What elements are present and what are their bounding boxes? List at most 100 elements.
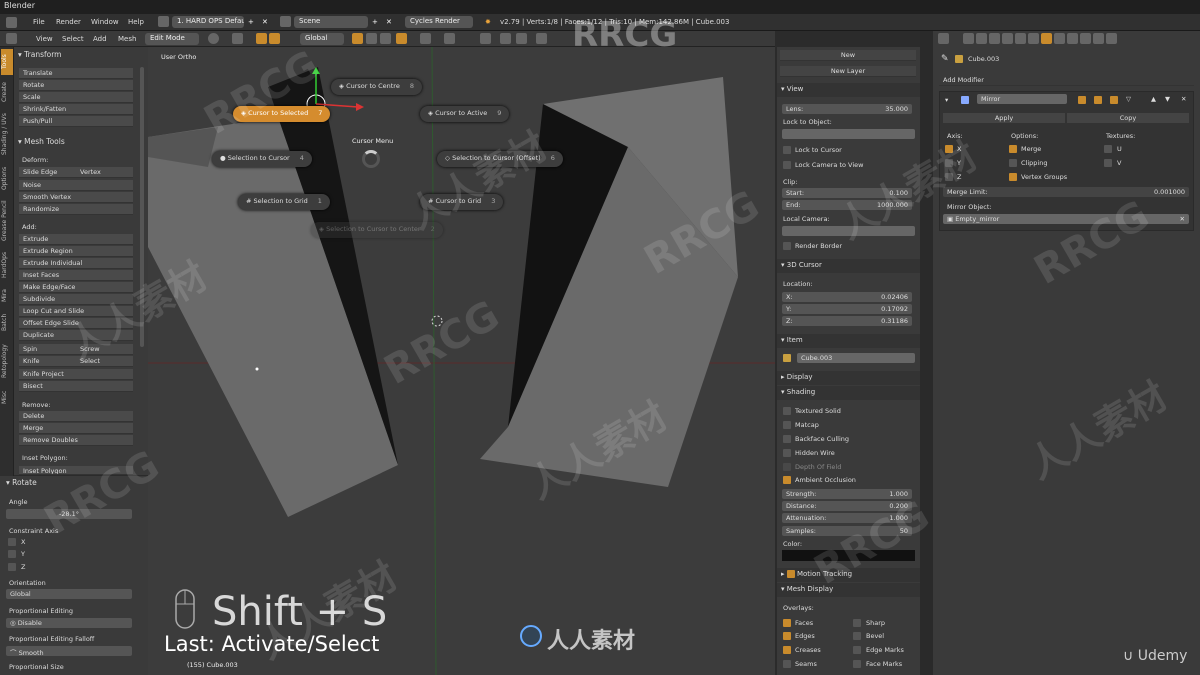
backface-culling-checkbox[interactable] [783,435,791,443]
render-border-checkbox[interactable] [783,242,791,250]
cursor-x-field[interactable]: X: 0.02406 [782,292,912,302]
motion-tracking-section-header[interactable]: ▸ Motion Tracking [777,568,920,582]
add-scene-icon[interactable]: + [372,18,378,26]
mirror-axis-y-checkbox[interactable] [945,159,953,167]
menu-file[interactable]: File [33,18,45,26]
texture-tab-icon[interactable] [1080,33,1091,44]
smooth-vertex-button[interactable]: Smooth Vertex [19,192,133,203]
vertex-select-icon[interactable] [352,33,363,44]
extrude-button[interactable]: Extrude [19,234,133,245]
particles-tab-icon[interactable] [1093,33,1104,44]
mesh-display-section-header[interactable]: ▾ Mesh Display [777,583,920,597]
scale-button[interactable]: Scale [19,92,133,103]
close-scene-icon[interactable]: ✕ [386,18,392,26]
3d-viewport[interactable]: User Ortho Cursor Menu ◈ Cursor to Selec… [148,47,775,675]
area-separator[interactable] [920,31,933,675]
physics-tab-icon[interactable] [1106,33,1117,44]
ambient-occlusion-checkbox[interactable] [783,476,791,484]
motion-tracking-checkbox[interactable] [786,570,795,578]
clip-end-field[interactable]: End: 1000.000 [782,200,912,210]
ao-samples-field[interactable]: Samples: 50 [782,526,912,536]
render-tab-icon[interactable] [963,33,974,44]
constraints-tab-icon[interactable] [1028,33,1039,44]
knife-button[interactable]: Knife [19,356,76,367]
new-grease-pencil-button[interactable]: New [780,50,916,61]
tab-mira[interactable]: Mira [1,285,13,307]
pie-selection-to-cursor-offset[interactable]: ◇ Selection to Cursor (Offset) 6 [437,151,563,167]
bisect-button[interactable]: Bisect [19,381,133,392]
spin-button[interactable]: Spin [19,344,76,355]
mirror-object-field[interactable]: ▣ Empty_mirror ✕ [943,214,1189,224]
menu-view[interactable]: View [36,35,53,43]
tab-tools[interactable]: Tools [1,49,13,75]
ao-attenuation-field[interactable]: Attenuation: 1.000 [782,513,912,523]
snap-icon[interactable] [444,33,455,44]
knife-select-button[interactable]: Select [76,356,133,367]
menu-add[interactable]: Add [93,35,107,43]
display-section-header[interactable]: ▸ Display [777,371,920,385]
merge-checkbox[interactable] [1009,145,1017,153]
clip-start-field[interactable]: Start: 0.100 [782,188,912,198]
menu-mesh[interactable]: Mesh [118,35,136,43]
overlay-bevel-checkbox[interactable] [853,632,861,640]
lens-field[interactable]: Lens: 35.000 [782,104,912,114]
pie-cursor-to-active[interactable]: ◈ Cursor to Active 9 [420,106,510,122]
tab-create[interactable]: Create [1,77,13,107]
render-icon[interactable] [500,33,511,44]
modifier-viewport-icon[interactable] [1094,96,1102,104]
overlay-edge-marks-checkbox[interactable] [853,646,861,654]
render-layers-tab-icon[interactable] [976,33,987,44]
mode-select[interactable]: Edit Mode [145,33,199,45]
hidden-wire-checkbox[interactable] [783,449,791,457]
pie-selection-to-grid[interactable]: # Selection to Grid 1 [238,194,330,210]
inset-polygon-button[interactable]: Inset Polygon [19,466,133,475]
modifier-name-field[interactable]: Mirror [977,94,1067,104]
constraint-z-checkbox[interactable] [8,563,16,571]
mirror-axis-z-checkbox[interactable] [945,173,953,181]
loop-cut-button[interactable]: Loop Cut and Slide [19,306,133,317]
face-select-icon[interactable] [380,33,391,44]
menu-help[interactable]: Help [128,18,144,26]
orientation-select[interactable]: Global [300,33,344,45]
scene-tab-icon[interactable] [989,33,1000,44]
mesh-tools-panel-title[interactable]: ▾ Mesh Tools [18,137,65,146]
tab-grease-pencil[interactable]: Grease Pencil [1,197,13,245]
add-layout-icon[interactable]: + [248,18,254,26]
scene-icon[interactable] [280,16,291,27]
make-edge-face-button[interactable]: Make Edge/Face [19,282,133,293]
noise-button[interactable]: Noise [19,180,133,191]
pin-icon[interactable]: ✎ [941,54,949,64]
move-down-icon[interactable]: ▼ [1165,95,1170,103]
slide-edge-button[interactable]: Slide Edge [19,167,76,178]
view-section-header[interactable]: ▾ View [777,83,920,97]
add-modifier-button[interactable]: Add Modifier [939,75,1194,86]
menu-select[interactable]: Select [62,35,84,43]
data-tab-icon[interactable] [1054,33,1065,44]
editor-type-icon-3d[interactable] [6,33,17,44]
editor-type-icon[interactable] [6,17,17,28]
editor-type-icon-props[interactable] [938,33,949,44]
translate-button[interactable]: Translate [19,68,133,79]
edge-select-icon[interactable] [366,33,377,44]
modifier-apply-button[interactable]: Apply [943,113,1065,124]
modifier-remove-icon[interactable]: ✕ [1181,95,1186,103]
tab-shading-uvs[interactable]: Shading / UVs [1,109,13,159]
texture-v-checkbox[interactable] [1104,159,1112,167]
screen-layout-icon[interactable] [158,16,169,27]
tab-hardops[interactable]: HardOps [1,247,13,283]
remove-doubles-button[interactable]: Remove Doubles [19,435,133,446]
pivot-icon[interactable] [232,33,243,44]
modifier-editmode-icon[interactable] [1078,96,1086,104]
tab-misc[interactable]: Misc [1,387,13,407]
screen-layout-field[interactable]: 1. HARD OPS Default [172,16,244,28]
manipulator-rotate-icon[interactable] [269,33,280,44]
pie-cursor-to-centre[interactable]: ◈ Cursor to Centre 8 [331,79,422,95]
slide-vertex-button[interactable]: Vertex [76,167,133,178]
overlay-face-marks-checkbox[interactable] [853,660,861,668]
render-engine-select[interactable]: Cycles Render [405,16,473,28]
tab-retopology[interactable]: Retopology [1,337,13,385]
constraint-x-checkbox[interactable] [8,538,16,546]
transform-panel-title[interactable]: ▾ Transform [18,50,61,59]
operator-title[interactable]: ▾ Rotate [6,478,37,487]
layers-icon[interactable] [536,33,547,44]
